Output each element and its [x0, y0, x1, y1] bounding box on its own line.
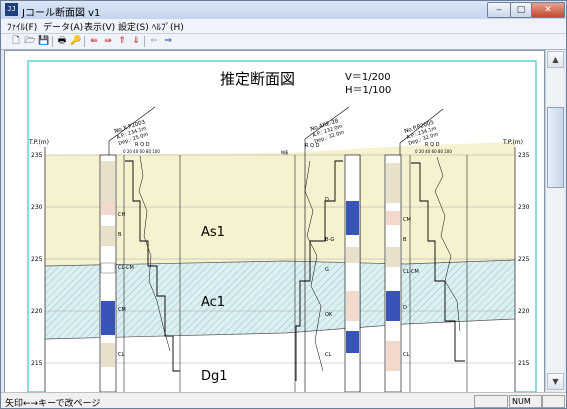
- status-cell-empty: [541, 395, 565, 408]
- toolbar-separator: [144, 36, 145, 47]
- soil-code: CL: [403, 352, 409, 358]
- num-lock-indicator: NUM: [509, 395, 543, 408]
- soil-code: D: [403, 305, 407, 311]
- elev-label: 225: [31, 256, 43, 263]
- rqd-label: R Q D: [425, 142, 440, 148]
- menu-help[interactable]: ﾍﾙﾌﾟ(H): [152, 20, 184, 33]
- soil-code: CM: [118, 307, 126, 313]
- soil-code: CL-CM: [403, 269, 419, 275]
- back-icon[interactable]: ⇐: [148, 35, 160, 47]
- rqd-label: R Q D: [135, 142, 150, 148]
- menu-file[interactable]: ﾌｧｲﾙ(F): [7, 20, 37, 33]
- soil-code: G: [325, 267, 329, 273]
- maximize-button[interactable]: □: [510, 2, 532, 18]
- forward-icon[interactable]: ⇒: [162, 35, 174, 47]
- soil-code: CH: [118, 212, 125, 218]
- close-button[interactable]: ✕: [531, 2, 565, 18]
- soil-code: OK: [325, 312, 333, 318]
- left-axis-unit: T.P.(m): [28, 139, 49, 146]
- soil-code: CM: [403, 217, 411, 223]
- status-cell-empty: [474, 395, 508, 408]
- soil-code: D: [325, 197, 329, 203]
- toolbar-separator: [84, 36, 85, 47]
- elev-label: 215: [31, 360, 43, 367]
- arrow-right-red-icon[interactable]: ⇛: [102, 35, 114, 47]
- scroll-up-button[interactable]: ▲: [547, 51, 564, 68]
- elev-label: 215: [518, 360, 530, 367]
- elev-label: 235: [31, 152, 43, 159]
- elev-label: 220: [31, 308, 43, 315]
- status-bar: 矢印←→キーで改ページ NUM: [1, 392, 566, 409]
- horizontal-scale: H＝1/100: [345, 85, 391, 96]
- soil-code: CL: [325, 352, 331, 358]
- menu-bar: ﾌｧｲﾙ(F) データ(A) 表示(V) 設定(S) ﾍﾙﾌﾟ(H): [1, 19, 566, 34]
- status-text: 矢印←→キーで改ページ: [5, 399, 101, 409]
- elev-label: 220: [518, 308, 530, 315]
- menu-data[interactable]: データ(A): [43, 20, 83, 33]
- application-window: JJ Jコール断面図 v1 ‒ □ ✕ ﾌｧｲﾙ(F) データ(A) 表示(V)…: [0, 0, 567, 409]
- layer-label-ac1: Ac1: [201, 295, 225, 310]
- open-icon[interactable]: 🗁: [24, 35, 36, 47]
- toolbar-separator: [52, 36, 53, 47]
- window-title: Jコール断面図 v1: [22, 8, 101, 19]
- toolbar: 🗋 🗁 💾 🖶 🔑 ⇚ ⇛ ⇑ ⇓ ⇐ ⇒: [1, 34, 566, 50]
- scroll-thumb[interactable]: [547, 107, 564, 188]
- soil-code: CL: [118, 352, 124, 358]
- left-elevation-labels: 235 230 225 220 215: [31, 152, 43, 367]
- vertical-scale: V＝1/200: [345, 72, 391, 83]
- layer-label-as1: As1: [201, 225, 225, 240]
- minimize-button[interactable]: ‒: [487, 2, 511, 18]
- arrow-down-red-icon[interactable]: ⇓: [130, 35, 142, 47]
- elev-label: 235: [518, 152, 530, 159]
- elev-label: 230: [518, 204, 530, 211]
- drawing-title: 推定断面図: [220, 70, 295, 88]
- menu-view[interactable]: 表示(V): [84, 20, 115, 33]
- n-label: N値: [281, 149, 288, 155]
- soil-code: B: [118, 232, 122, 238]
- menu-settings[interactable]: 設定(S): [118, 20, 149, 33]
- soil-code: B-G: [325, 237, 334, 243]
- title-bar[interactable]: JJ Jコール断面図 v1 ‒ □ ✕: [1, 1, 566, 19]
- scroll-down-button[interactable]: ▼: [547, 373, 564, 390]
- vertical-scrollbar[interactable]: ▲ ▼: [545, 50, 564, 391]
- right-axis-unit: T.P.(m): [502, 139, 523, 146]
- app-logo-icon: JJ: [5, 3, 18, 16]
- new-icon[interactable]: 🗋: [10, 35, 22, 47]
- save-icon[interactable]: 💾: [38, 35, 50, 47]
- rqd-ticks: 0 20 40 60 80 100: [415, 149, 452, 154]
- rqd-label: R Q D: [305, 143, 320, 149]
- layer-label-dg1: Dg1: [201, 369, 228, 384]
- elev-label: 225: [518, 256, 530, 263]
- settings-icon[interactable]: 🔑: [70, 35, 82, 47]
- arrow-up-red-icon[interactable]: ⇑: [116, 35, 128, 47]
- cross-section-drawing: 推定断面図 V＝1/200 H＝1/100 T.P.(m) T.P.(m) 23…: [27, 60, 537, 392]
- print-icon[interactable]: 🖶: [56, 35, 68, 47]
- rqd-ticks: 0 20 40 60 80 100: [123, 149, 160, 154]
- drawing-canvas[interactable]: 推定断面図 V＝1/200 H＝1/100 T.P.(m) T.P.(m) 23…: [4, 50, 545, 393]
- soil-code: B: [403, 237, 407, 243]
- arrow-left-red-icon[interactable]: ⇚: [88, 35, 100, 47]
- right-elevation-labels: 235 230 225 220 215: [518, 152, 530, 367]
- elev-label: 230: [31, 204, 43, 211]
- soil-code: CL-CM: [118, 265, 134, 271]
